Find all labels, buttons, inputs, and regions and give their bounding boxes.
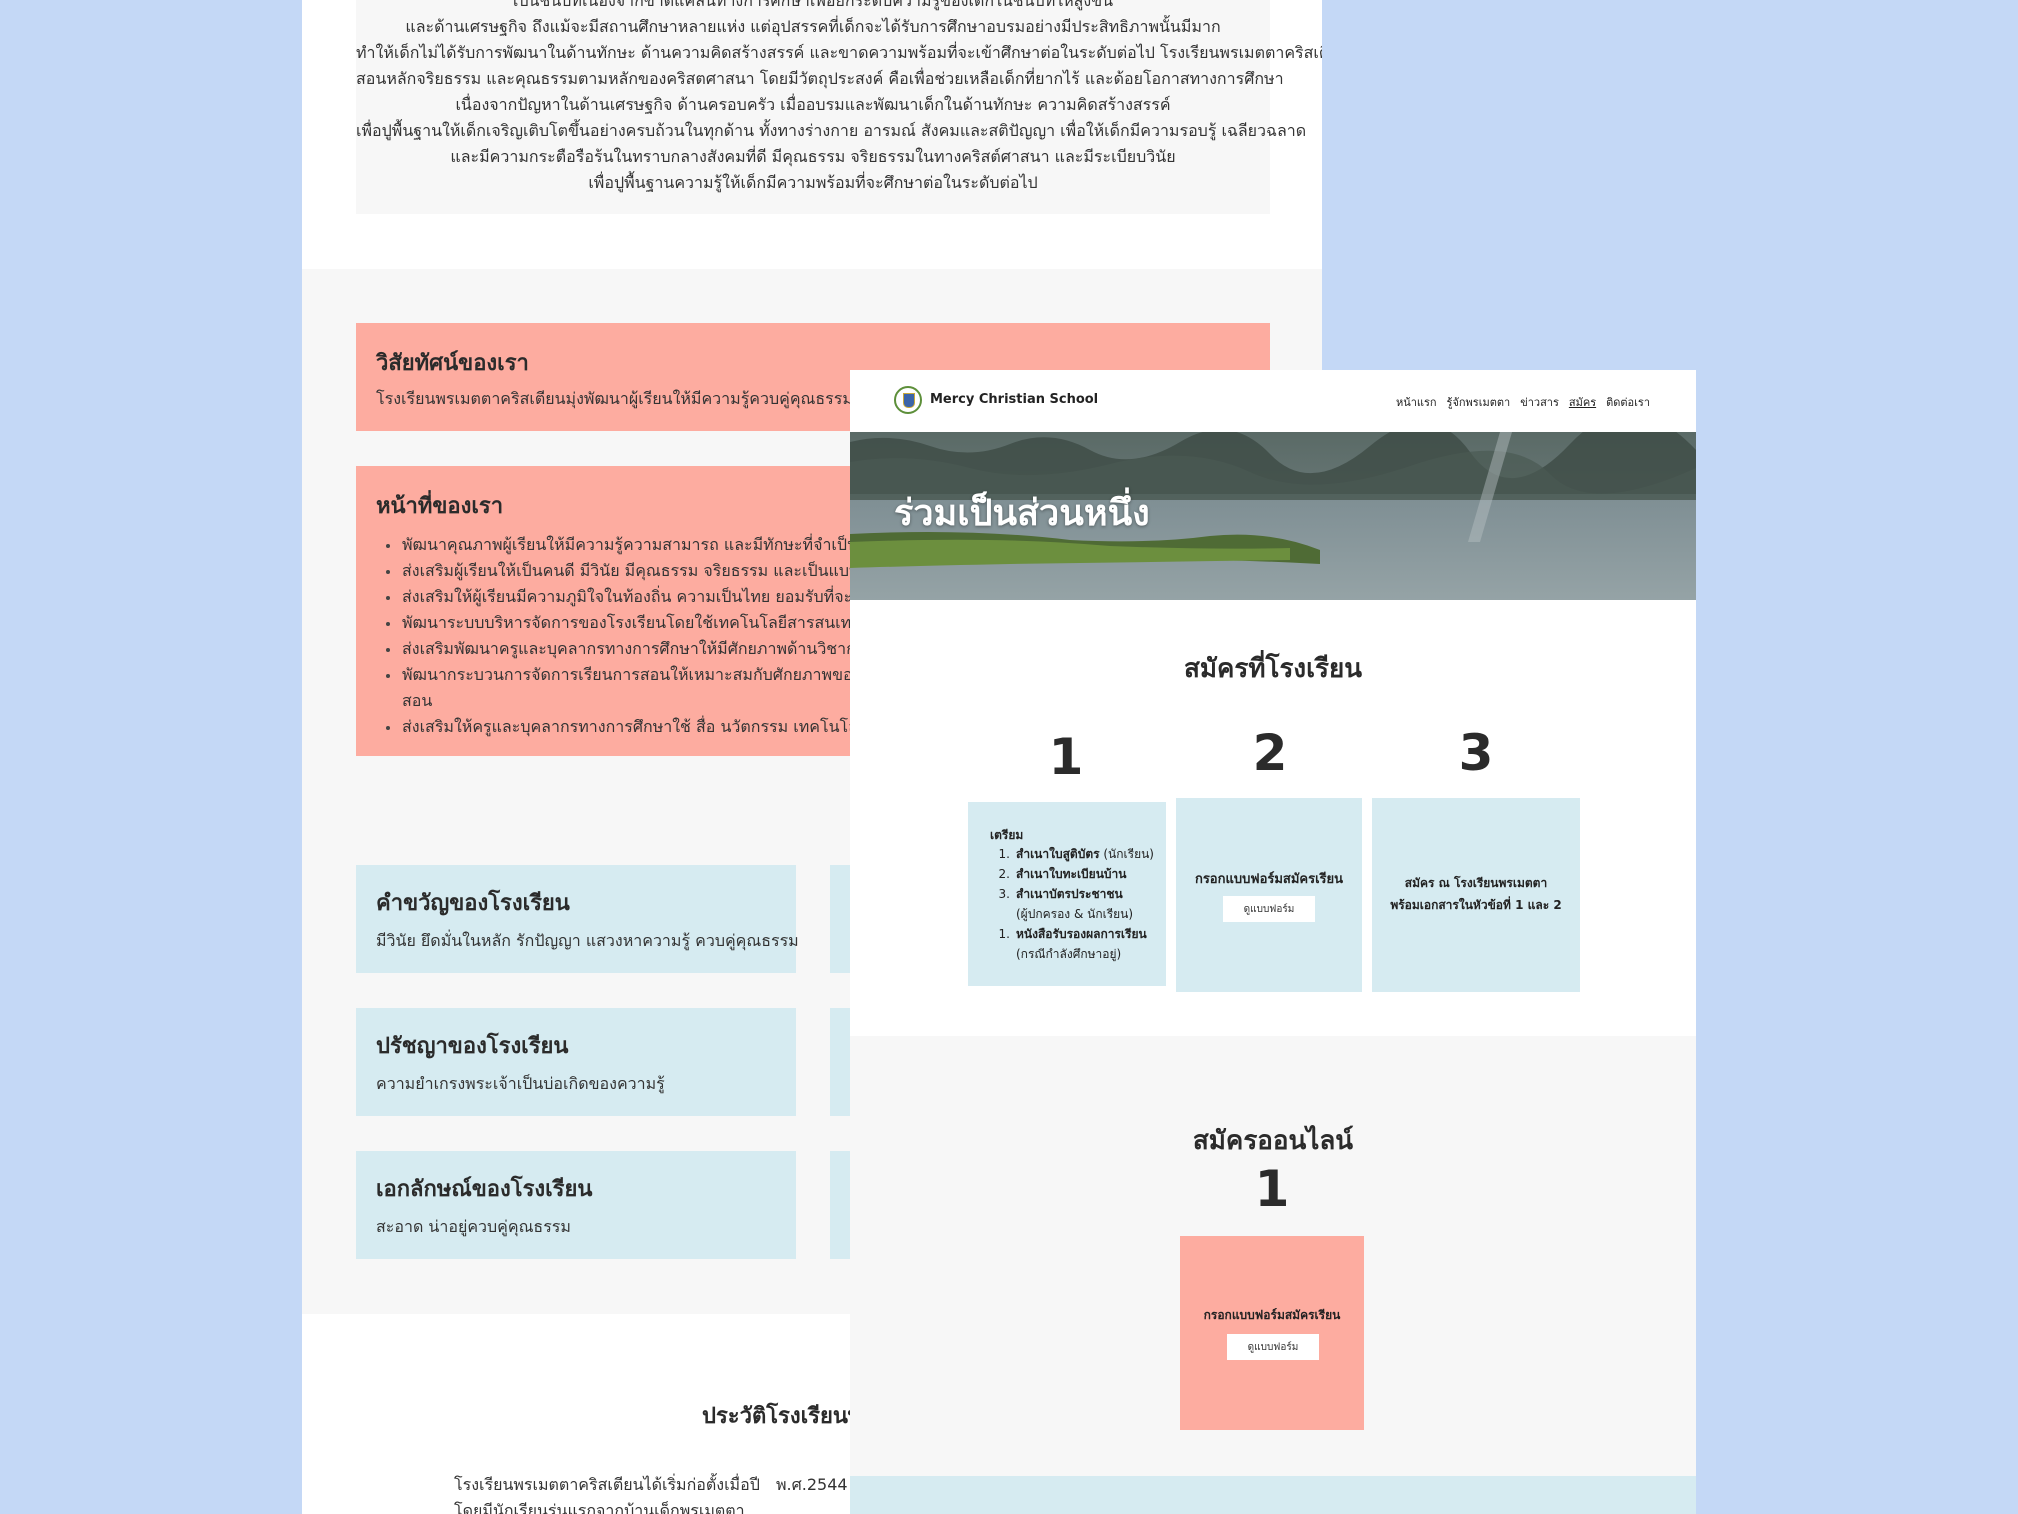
step-form-card: กรอกแบบฟอร์มสมัครเรียน ดูแบบฟอร์ม bbox=[1176, 798, 1362, 992]
step-number: 1 bbox=[1048, 728, 1084, 786]
philosophy-text: ความยำเกรงพระเจ้าเป็นบ่อเกิดของความรู้ bbox=[376, 1074, 665, 1093]
hero-banner: ร่วมเป็นส่วนหนึ่ง bbox=[850, 432, 1696, 600]
history-line: โรงเรียนพรเมตตาคริสเตียนได้เริ่มก่อตั้งเ… bbox=[454, 1475, 760, 1494]
footer-band bbox=[850, 1476, 1696, 1514]
nav-menu: หน้าแรก รู้จักพรเมตตา ข่าวสาร สมัคร ติดต… bbox=[1396, 393, 1650, 411]
mission-item: ส่งเสริมให้ครูและบุคลากรทางการศึกษาใช้ ส… bbox=[376, 714, 928, 740]
online-form-card: กรอกแบบฟอร์มสมัครเรียน ดูแบบฟอร์ม bbox=[1180, 1236, 1364, 1430]
identity-title: เอกลักษณ์ของโรงเรียน bbox=[376, 1177, 593, 1202]
nav-link-home[interactable]: หน้าแรก bbox=[1396, 393, 1437, 411]
submit-text-line: สมัคร ณ โรงเรียนพรเมตตา bbox=[1404, 876, 1548, 890]
philosophy-title: ปรัชญาของโรงเรียน bbox=[376, 1034, 569, 1059]
nav-link-apply[interactable]: สมัคร bbox=[1569, 393, 1596, 411]
intro-line: เป็นชนบทเนองจากขาดแคลนทางการศึกษาเพอยกระ… bbox=[512, 0, 1114, 10]
document-item: 1. สำเนาใบสูติบัตร (นักเรียน) bbox=[998, 847, 1154, 861]
intro-section: เป็นชนบทเนองจากขาดแคลนทางการศึกษาเพอยกระ… bbox=[356, 0, 1322, 214]
step-number: 3 bbox=[1458, 724, 1494, 782]
intro-line: เนื่องจากปัญหาในด้านเศรษฐกิจ ด้านครอบครั… bbox=[455, 95, 1171, 114]
history-year: พ.ศ.2544 bbox=[776, 1475, 848, 1494]
mission-title: หน้าที่ของเรา bbox=[376, 494, 504, 519]
document-item: 2. สำเนาใบทะเบียนบ้าน bbox=[998, 867, 1127, 881]
document-list: 1. สำเนาใบสูติบัตร (นักเรียน) 2. สำเนาใบทะ… bbox=[990, 844, 1154, 964]
school-logo-icon[interactable] bbox=[894, 386, 922, 414]
mission-item: พัฒนากระบวนการจัดการเรียนการสอนให้เหมาะส… bbox=[376, 662, 928, 688]
document-note: (กรณีกำลังศึกษาอยู่) bbox=[1016, 947, 1122, 961]
intro-line: เพื่อปูพื้นฐานให้เด็กเจริญเติบโตขึ้นอย่า… bbox=[356, 121, 1307, 140]
brand-name[interactable]: Mercy Christian School bbox=[930, 392, 1098, 407]
document-item: 3. สำเนาบัตรประชาชน bbox=[998, 887, 1123, 901]
mission-item: ส่งเสริมผู้เรียนให้เป็นคนดี มีวินัย มีคุ… bbox=[376, 558, 928, 584]
motto-text: มีวินัย ยึดมั่นในหลัก รักปัญญา แสวงหาควา… bbox=[376, 931, 799, 950]
intro-text: เป็นชนบทเนองจากขาดแคลนทางการศึกษาเพอยกระ… bbox=[356, 0, 1322, 196]
step-number: 2 bbox=[1252, 724, 1288, 782]
document-item: 1. หนังสือรับรองผลการเรียน bbox=[998, 927, 1147, 941]
submit-text-line: พร้อมเอกสารในหัวข้อที่ 1 และ 2 bbox=[1390, 898, 1562, 912]
document-note: (ผู้ปกครอง & นักเรียน) bbox=[1016, 907, 1134, 921]
fill-form-text: กรอกแบบฟอร์มสมัครเรียน bbox=[1194, 872, 1344, 887]
navbar: Mercy Christian School หน้าแรก รู้จักพรเ… bbox=[850, 370, 1696, 432]
history-line: โดยมีนักเรียนรุ่นแรกจากบ้านเด็กพรเมตตา bbox=[454, 1501, 745, 1514]
nav-link-contact[interactable]: ติดต่อเรา bbox=[1606, 393, 1650, 411]
view-form-button[interactable]: ดูแบบฟอร์ม bbox=[1223, 896, 1315, 922]
join-page: Mercy Christian School หน้าแรก รู้จักพรเ… bbox=[850, 370, 1696, 1514]
apply-at-school-title: สมัครที่โรงเรียน bbox=[1184, 654, 1362, 684]
history-title: ประวัติโรงเรียนพร bbox=[702, 1404, 875, 1429]
mission-item: ส่งเสริมพัฒนาครูและบุคลากรทางการศึกษาให้… bbox=[376, 636, 928, 662]
intro-line: สอนหลักจริยธรรม และคุณธรรมตามหลักของคริส… bbox=[356, 69, 1284, 88]
nav-link-about[interactable]: รู้จักพรเมตตา bbox=[1447, 393, 1511, 411]
nav-link-news[interactable]: ข่าวสาร bbox=[1520, 393, 1559, 411]
intro-line: และมีความกระตือรือร้นในทราบกลางสังคมที่ด… bbox=[450, 147, 1176, 166]
step-prepare-card: เตรียม 1. สำเนาใบสูติบัตร (นักเรียน) 2. สำ… bbox=[968, 802, 1166, 986]
identity-text: สะอาด น่าอยู่ควบคู่คุณธรรม bbox=[376, 1217, 571, 1236]
motto-card: คำขวัญของโรงเรียน มีวินัย ยึดมั่นในหลัก … bbox=[356, 865, 799, 973]
intro-line: ทำให้เด็กไม่ได้รับการพัฒนาในด้านทักษะ ด้… bbox=[356, 43, 1322, 62]
online-apply-title: สมัครออนไลน์ bbox=[1192, 1126, 1354, 1156]
view-form-button[interactable]: ดูแบบฟอร์ม bbox=[1227, 1334, 1319, 1360]
step-submit-card: สมัคร ณ โรงเรียนพรเมตตา พร้อมเอกสารในหัว… bbox=[1372, 798, 1580, 992]
intro-line: เพื่อปูพื้นฐานความรู้ให้เด็กมีความพร้อมท… bbox=[588, 173, 1038, 192]
mission-item: ส่งเสริมให้ผู้เรียนมีความภูมิใจในท้องถิ่… bbox=[376, 584, 928, 610]
philosophy-card: ปรัชญาของโรงเรียน ความยำเกรงพระเจ้าเป็นบ… bbox=[356, 1008, 796, 1116]
history-text: โรงเรียนพรเมตตาคริสเตียนได้เริ่มก่อตั้งเ… bbox=[454, 1472, 760, 1514]
step-number: 1 bbox=[1254, 1160, 1290, 1218]
mission-item: พัฒนาระบบบริหารจัดการของโรงเรียนโดยใช้เท… bbox=[376, 610, 928, 636]
vision-title: วิสัยทัศน์ของเรา bbox=[376, 351, 529, 376]
intro-line: และด้านเศรษฐกิจ ถึงแม้จะมีสถานศึกษาหลายแ… bbox=[405, 17, 1221, 36]
hero-title: ร่วมเป็นส่วนหนึ่ง bbox=[894, 493, 1150, 534]
vision-text: โรงเรียนพรเมตตาคริสเตียนมุ่งพัฒนาผู้เรีย… bbox=[376, 389, 921, 408]
motto-title: คำขวัญของโรงเรียน bbox=[376, 891, 570, 916]
mission-item: พัฒนาคุณภาพผู้เรียนให้มีความรู้ความสามาร… bbox=[376, 532, 928, 558]
fill-form-text: กรอกแบบฟอร์มสมัครเรียน bbox=[1203, 1308, 1341, 1322]
identity-card: เอกลักษณ์ของโรงเรียน สะอาด น่าอยู่ควบคู่… bbox=[356, 1151, 796, 1259]
mission-list: พัฒนาคุณภาพผู้เรียนให้มีความรู้ความสามาร… bbox=[376, 532, 928, 740]
mission-item-wrap: สอน bbox=[402, 691, 433, 710]
prepare-heading: เตรียม bbox=[990, 828, 1024, 842]
